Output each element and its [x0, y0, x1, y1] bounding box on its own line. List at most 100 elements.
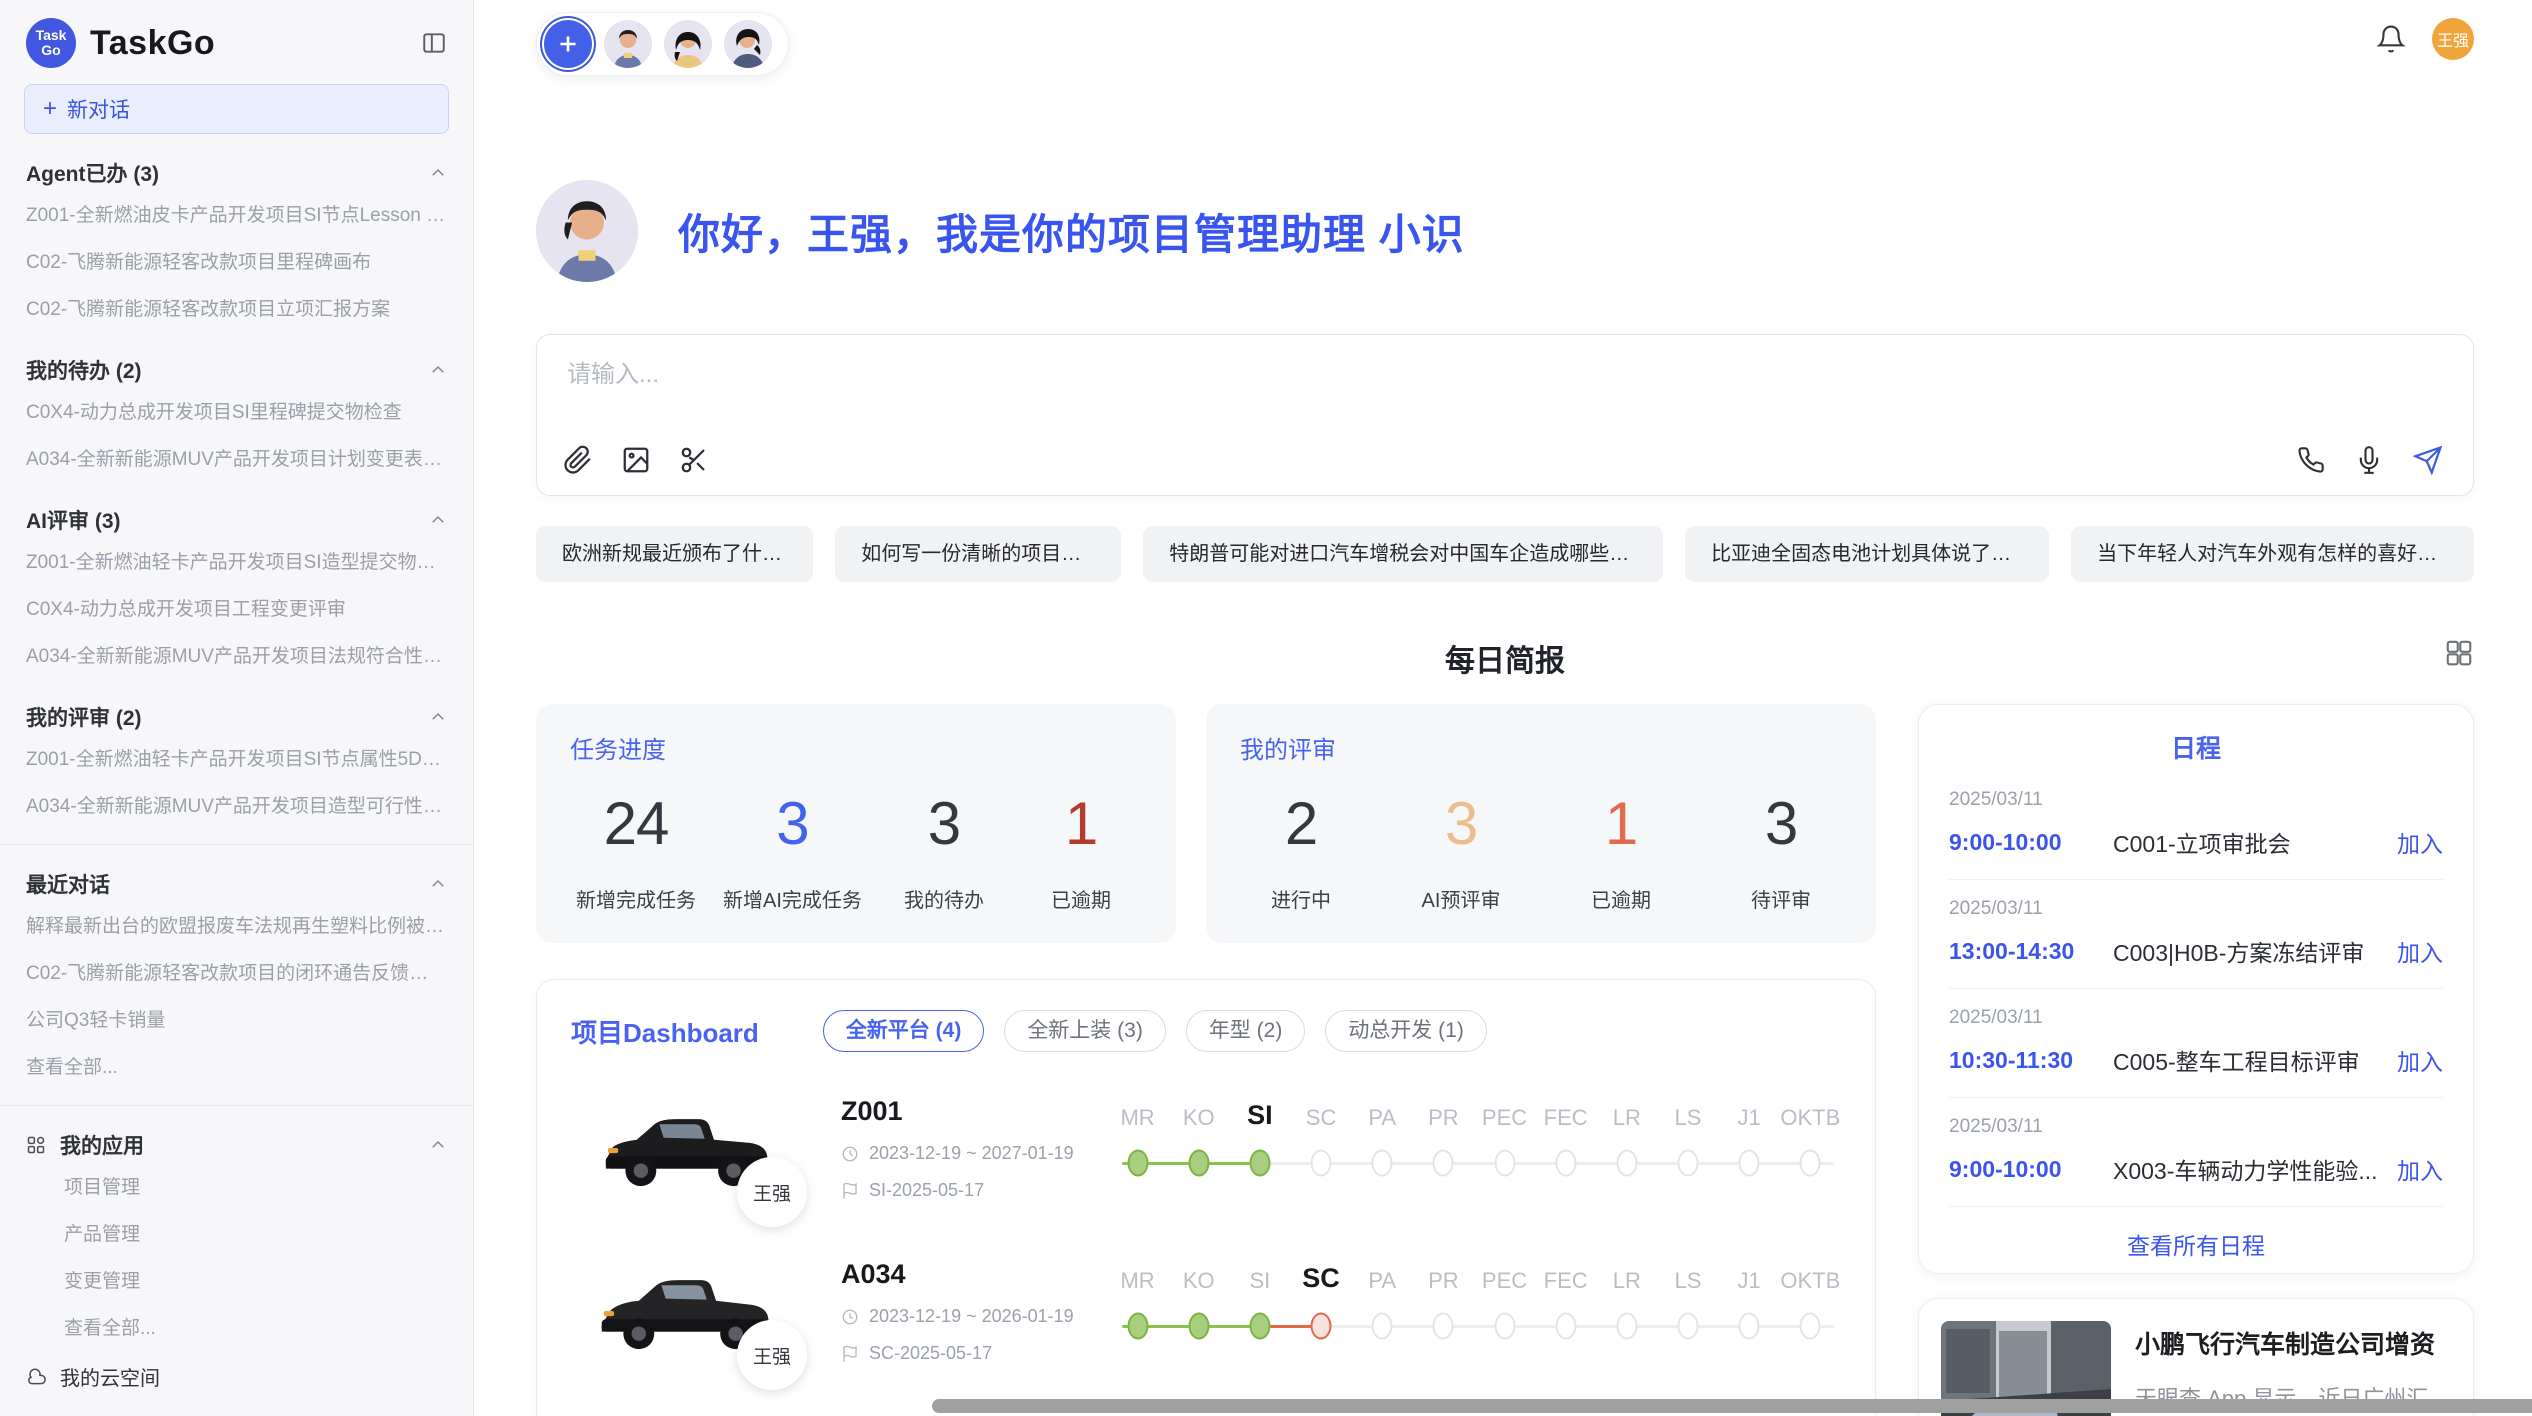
add-member-button[interactable] [544, 20, 592, 68]
stat-ai-prereview: 3 AI预评审 [1406, 789, 1516, 913]
filter-model-year[interactable]: 年型 (2) [1186, 1010, 1306, 1052]
filter-new-body[interactable]: 全新上装 (3) [1004, 1010, 1166, 1052]
phone-call-icon[interactable] [2297, 446, 2325, 474]
suggestion-chip[interactable]: 当下年轻人对汽车外观有怎样的喜好趋势 [2071, 526, 2474, 582]
section-my-review[interactable]: 我的评审 (2) [24, 700, 449, 734]
milestone-label: KO [1168, 1105, 1229, 1131]
stat-value: 3 [723, 789, 862, 858]
notification-bell-icon[interactable] [2376, 24, 2406, 54]
list-item[interactable]: Z001-全新燃油轻卡产品开发项目SI造型提交物评审 [24, 537, 449, 584]
milestone-label: LR [1596, 1105, 1657, 1131]
chevron-up-icon [429, 875, 447, 893]
list-item[interactable]: A034-全新新能源MUV产品开发项目法规符合性评审 [24, 631, 449, 678]
milestone-label: LR [1596, 1268, 1657, 1294]
news-title: 小鹏飞行汽车制造公司增资 [2135, 1325, 2451, 1361]
team-member-pill [536, 12, 789, 76]
my-review-card: 我的评审 2 进行中 3 AI预评审 1 已逾期 [1206, 704, 1876, 943]
sidebar-item-change-mgmt[interactable]: 变更管理 [24, 1256, 449, 1303]
project-name: A034 [841, 1259, 1091, 1290]
join-link[interactable]: 加入 [2397, 1152, 2443, 1186]
attachment-icon[interactable] [563, 445, 593, 475]
schedule-name: C001-立项审批会 [2113, 825, 2381, 859]
milestone-dot-done [1127, 1150, 1148, 1177]
milestone-dot-done [1249, 1313, 1270, 1340]
milestone-label-current: SC [1290, 1263, 1351, 1294]
divider [0, 1105, 473, 1106]
project-next-milestone: SC-2025-05-17 [869, 1343, 992, 1364]
list-item[interactable]: C02-飞腾新能源轻客改款项目里程碑画布 [24, 237, 449, 284]
suggestion-chip[interactable]: 比亚迪全固态电池计划具体说了什么 [1685, 526, 2049, 582]
list-item[interactable]: C0X4-动力总成开发项目SI里程碑提交物检查 [24, 387, 449, 434]
suggestion-chip[interactable]: 如何写一份清晰的项目周报 [835, 526, 1121, 582]
schedule-item[interactable]: 2025/03/11 9:00-10:00 C001-立项审批会 加入 [1949, 771, 2443, 880]
list-item[interactable]: 公司Q3轻卡销量 [24, 995, 449, 1042]
milestone-dot [1372, 1150, 1393, 1177]
section-recent-chats[interactable]: 最近对话 [24, 867, 449, 901]
microphone-icon[interactable] [2355, 446, 2383, 474]
send-icon[interactable] [2413, 445, 2443, 475]
list-item[interactable]: 解释最新出台的欧盟报废车法规再生塑料比例被调至15%... [24, 901, 449, 948]
horizontal-scrollbar-end[interactable] [2498, 1399, 2530, 1413]
view-all-chats[interactable]: 查看全部... [24, 1042, 449, 1089]
view-all-schedule-link[interactable]: 查看所有日程 [1949, 1207, 2443, 1261]
milestone-dot [1494, 1150, 1515, 1177]
chat-input[interactable] [567, 361, 1880, 389]
section-ai-review[interactable]: AI评审 (3) [24, 503, 449, 537]
list-item[interactable]: C0X4-动力总成开发项目工程变更评审 [24, 584, 449, 631]
avatar[interactable] [604, 20, 652, 68]
join-link[interactable]: 加入 [2397, 825, 2443, 859]
milestone-label: FEC [1535, 1268, 1596, 1294]
list-item[interactable]: A034-全新新能源MUV产品开发项目计划变更表编写 [24, 434, 449, 481]
stat-review-overdue: 1 已逾期 [1566, 789, 1676, 913]
project-row[interactable]: 王强 Z001 2023-12-19 ~ 2027-01-19 SI-2025-… [571, 1096, 1841, 1201]
project-row[interactable]: 王强 A034 2023-12-19 ~ 2026-01-19 SC-2025-… [571, 1259, 1841, 1364]
list-item[interactable]: Z001-全新燃油皮卡产品开发项目SI节点Lesson Learn报告 [24, 190, 449, 237]
collapse-sidebar-icon[interactable] [421, 30, 447, 56]
section-my-apps[interactable]: 我的应用 [24, 1128, 449, 1162]
milestone-label: OKTB [1780, 1268, 1841, 1294]
sidebar-item-cloud-space[interactable]: 我的云空间 [24, 1350, 449, 1403]
stat-label: 新增完成任务 [576, 884, 696, 913]
horizontal-scrollbar[interactable] [932, 1399, 2532, 1413]
schedule-item[interactable]: 2025/03/11 9:00-10:00 X003-车辆动力学性能验... 加… [1949, 1098, 2443, 1207]
milestone-label: PA [1352, 1105, 1413, 1131]
project-next-milestone: SI-2025-05-17 [869, 1180, 984, 1201]
schedule-time: 13:00-14:30 [1949, 938, 2099, 965]
join-link[interactable]: 加入 [2397, 934, 2443, 968]
join-link[interactable]: 加入 [2397, 1043, 2443, 1077]
suggestion-chip[interactable]: 欧洲新规最近颁布了什么? [536, 526, 813, 582]
milestone-label: PA [1352, 1268, 1413, 1294]
list-item[interactable]: Z001-全新燃油轻卡产品开发项目SI节点属性5D文件评审 [24, 734, 449, 781]
milestone-label: FEC [1535, 1105, 1596, 1131]
suggestion-chip[interactable]: 特朗普可能对进口汽车增税会对中国车企造成哪些影响 [1143, 526, 1663, 582]
schedule-item[interactable]: 2025/03/11 10:30-11:30 C005-整车工程目标评审 加入 [1949, 989, 2443, 1098]
sidebar-item-favorites[interactable]: 我的收藏 [24, 1403, 449, 1416]
section-agent-done[interactable]: Agent已办 (3) [24, 156, 449, 190]
section-my-todo[interactable]: 我的待办 (2) [24, 353, 449, 387]
image-upload-icon[interactable] [621, 445, 651, 475]
stat-label: 已逾期 [1026, 884, 1136, 913]
list-item[interactable]: C02-飞腾新能源轻客改款项目的闭环通告反馈情况 [24, 948, 449, 995]
milestone-dot [1739, 1313, 1760, 1340]
filter-powertrain[interactable]: 动总开发 (1) [1325, 1010, 1487, 1052]
project-name: Z001 [841, 1096, 1091, 1127]
layout-grid-icon[interactable] [2444, 638, 2474, 668]
schedule-item[interactable]: 2025/03/11 13:00-14:30 C003|H0B-方案冻结评审 加… [1949, 880, 2443, 989]
milestone-dot [1739, 1150, 1760, 1177]
avatar[interactable] [724, 20, 772, 68]
new-chat-button[interactable]: + 新对话 [24, 84, 449, 134]
list-item[interactable]: C02-飞腾新能源轻客改款项目立项汇报方案 [24, 284, 449, 331]
project-date-range: 2023-12-19 ~ 2027-01-19 [869, 1143, 1074, 1164]
daily-briefing-title: 每日简报 [536, 636, 2474, 680]
list-item[interactable]: A034-全新新能源MUV产品开发项目造型可行性评审 [24, 781, 449, 828]
chevron-up-icon [429, 1136, 447, 1154]
sidebar-item-product-mgmt[interactable]: 产品管理 [24, 1209, 449, 1256]
filter-new-platform[interactable]: 全新平台 (4) [823, 1010, 985, 1052]
scissors-icon[interactable] [679, 445, 709, 475]
card-label: 任务进度 [570, 730, 1142, 765]
schedule-time: 10:30-11:30 [1949, 1047, 2099, 1074]
sidebar-item-project-mgmt[interactable]: 项目管理 [24, 1162, 449, 1209]
user-avatar[interactable]: 王强 [2432, 18, 2474, 60]
view-all-apps[interactable]: 查看全部... [24, 1303, 449, 1350]
avatar[interactable] [664, 20, 712, 68]
